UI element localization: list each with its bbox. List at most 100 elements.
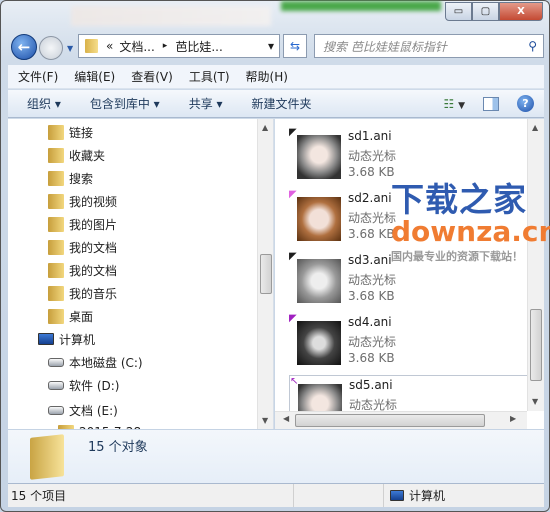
file-type: 动态光标: [348, 273, 397, 287]
maximize-button[interactable]: ▢: [472, 2, 499, 21]
breadcrumb-separator-icon[interactable]: ▸: [163, 41, 168, 51]
close-button[interactable]: X: [499, 2, 543, 21]
back-arrow-icon: ←: [17, 38, 31, 56]
forward-button[interactable]: [39, 36, 63, 60]
folder-icon: [48, 308, 64, 324]
scroll-down-icon[interactable]: ▼: [262, 416, 268, 425]
address-dropdown[interactable]: ▾: [268, 39, 274, 53]
background-blur: [281, 1, 441, 11]
explorer-window: ▭ ▢ X ← ▼ « 文档... ▸ 芭比娃... ▾ ⇆ 搜索 芭比娃娃鼠标…: [0, 0, 550, 512]
nav-scrollbar[interactable]: ▲ ▼: [257, 119, 273, 429]
search-input[interactable]: 搜索 芭比娃娃鼠标指针 ⚲: [314, 34, 544, 58]
horizontal-scrollbar[interactable]: ◀ ▶: [275, 411, 527, 429]
tree-item[interactable]: 桌面: [48, 305, 93, 327]
tree-label: 我的视频: [69, 194, 118, 209]
file-list: ◤ sd1.ani 动态光标 3.68 KB ◤ sd2.ani 动态光标 3.…: [275, 119, 544, 429]
scroll-left-icon[interactable]: ◀: [283, 414, 289, 423]
file-item[interactable]: ◤ sd3.ani 动态光标 3.68 KB: [289, 251, 539, 311]
scrollbar-thumb[interactable]: [260, 254, 272, 294]
tree-label: 搜索: [69, 171, 94, 186]
tree-item-drive[interactable]: 本地磁盘 (C:): [48, 351, 143, 373]
file-item[interactable]: ◤ sd2.ani 动态光标 3.68 KB: [289, 189, 539, 249]
file-name: sd1.ani: [348, 129, 392, 143]
command-bar: 组织 ▾ 包含到库中 ▾ 共享 ▾ 新建文件夹 ☷ ▼ ?: [8, 90, 544, 118]
organize-button[interactable]: 组织 ▾: [8, 95, 71, 112]
tree-label: 我的图片: [69, 217, 118, 232]
help-icon[interactable]: ?: [517, 95, 534, 112]
tree-item[interactable]: 我的音乐: [48, 282, 117, 304]
back-button[interactable]: ←: [11, 34, 37, 60]
details-pane: 15 个对象: [8, 429, 544, 483]
tree-item[interactable]: 2015-7-28: [58, 421, 141, 429]
tree-label: 链接: [69, 125, 94, 140]
cursor-arrow-icon: ◤: [289, 251, 297, 262]
tree-item[interactable]: 收藏夹: [48, 144, 105, 166]
file-name: sd4.ani: [348, 315, 392, 329]
minimize-button[interactable]: ▭: [445, 2, 472, 21]
search-icon[interactable]: ⚲: [528, 39, 537, 53]
file-item[interactable]: ◤ sd4.ani 动态光标 3.68 KB: [289, 313, 539, 373]
tree-label: 计算机: [59, 332, 96, 347]
breadcrumb-current[interactable]: 芭比娃...: [175, 38, 222, 55]
scrollbar-thumb[interactable]: [530, 309, 542, 381]
file-size: 3.68 KB: [348, 227, 395, 241]
cursor-arrow-icon: ◤: [289, 127, 297, 138]
scroll-right-icon[interactable]: ▶: [510, 414, 516, 423]
recent-pages-dropdown[interactable]: ▼: [67, 44, 73, 53]
refresh-button[interactable]: ⇆: [283, 34, 307, 58]
tree-item[interactable]: 我的视频: [48, 190, 117, 212]
share-button[interactable]: 共享 ▾: [170, 95, 233, 112]
tree-item[interactable]: 链接: [48, 121, 93, 143]
tree-label: 桌面: [69, 309, 94, 324]
tree-label: 软件 (D:): [69, 378, 120, 393]
folder-icon: [48, 285, 64, 301]
tree-label: 文档 (E:): [69, 403, 118, 418]
view-options-icon[interactable]: ☷ ▼: [444, 97, 466, 111]
status-bar: 15 个项目 计算机: [8, 483, 544, 507]
new-folder-button[interactable]: 新建文件夹: [233, 95, 322, 112]
tree-item[interactable]: 我的文档: [48, 259, 117, 281]
tree-label: 本地磁盘 (C:): [69, 355, 143, 370]
tree-item-drive[interactable]: 软件 (D:): [48, 374, 119, 396]
file-type: 动态光标: [348, 211, 397, 225]
tree-item[interactable]: 我的图片: [48, 213, 117, 235]
menu-help[interactable]: 帮助(H): [236, 68, 294, 85]
navigation-pane: 链接 收藏夹 搜索 我的视频 我的图片 我的文档 我的文档 我的音乐 桌面 计算…: [8, 119, 274, 429]
breadcrumb-documents[interactable]: 文档...: [119, 38, 154, 55]
refresh-icon: ⇆: [289, 39, 301, 53]
menu-view[interactable]: 查看(V): [121, 68, 179, 85]
tree-item[interactable]: 我的文档: [48, 236, 117, 258]
file-size: 3.68 KB: [348, 289, 395, 303]
file-item[interactable]: ◤ sd1.ani 动态光标 3.68 KB: [289, 127, 539, 187]
file-thumbnail: [297, 321, 341, 365]
tree-item-computer[interactable]: 计算机: [38, 328, 95, 350]
scroll-up-icon[interactable]: ▲: [532, 123, 538, 132]
object-count: 15 个对象: [88, 440, 148, 455]
file-name: sd5.ani: [349, 378, 393, 392]
cursor-arrow-icon: ◤: [289, 189, 297, 200]
file-scrollbar[interactable]: ▲ ▼: [527, 119, 544, 411]
tree-item-drive[interactable]: 文档 (E:): [48, 399, 118, 421]
drive-icon: [48, 405, 64, 415]
tree-label: 收藏夹: [69, 148, 106, 163]
file-type: 动态光标: [348, 149, 397, 163]
menu-edit[interactable]: 编辑(E): [64, 68, 121, 85]
scroll-up-icon[interactable]: ▲: [262, 123, 268, 132]
drive-icon: [48, 380, 64, 390]
tree-item[interactable]: 搜索: [48, 167, 93, 189]
scrollbar-thumb[interactable]: [295, 414, 485, 427]
folder-icon: [48, 193, 64, 209]
tree-label: 我的音乐: [69, 286, 118, 301]
search-placeholder: 搜索 芭比娃娃鼠标指针: [323, 39, 447, 54]
menu-tools[interactable]: 工具(T): [179, 68, 236, 85]
drive-icon: [48, 357, 64, 367]
item-count: 15 个项目: [11, 489, 67, 503]
tree-label: 我的文档: [69, 263, 118, 278]
file-thumbnail: [297, 135, 341, 179]
breadcrumb-overflow[interactable]: «: [106, 39, 113, 53]
include-in-library-button[interactable]: 包含到库中 ▾: [71, 95, 170, 112]
menu-file[interactable]: 文件(F): [8, 68, 64, 85]
address-bar[interactable]: « 文档... ▸ 芭比娃... ▾: [78, 34, 280, 58]
scroll-down-icon[interactable]: ▼: [532, 397, 538, 406]
preview-pane-icon[interactable]: [483, 96, 499, 111]
